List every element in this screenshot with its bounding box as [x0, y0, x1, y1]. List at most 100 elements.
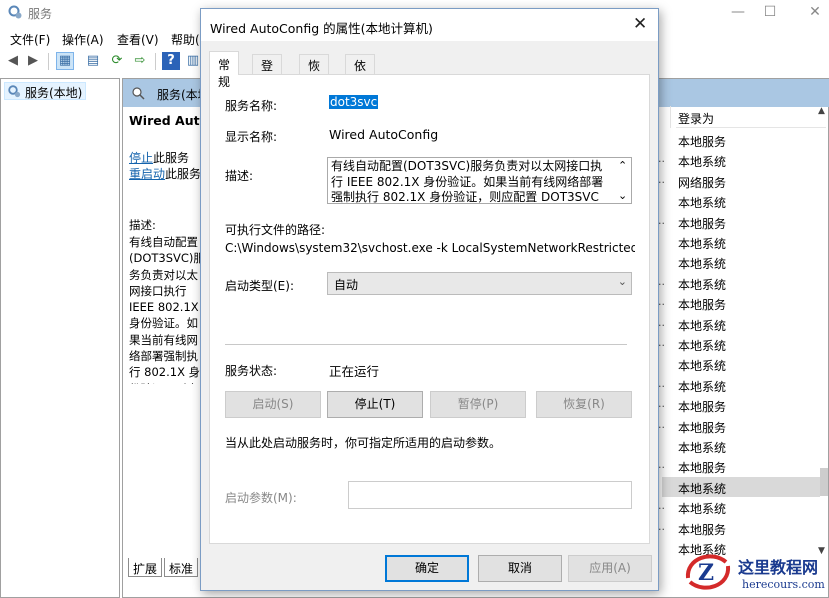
- start-params-input[interactable]: [348, 481, 632, 509]
- logon-as-row[interactable]: ..本地系统: [658, 314, 816, 334]
- console-tree-icon[interactable]: ▦: [56, 52, 74, 70]
- service-description-text: 有线自动配置(DOT3SVC)服务负责对以太网接口执行 IEEE 802.1X …: [129, 235, 205, 384]
- tab-standard[interactable]: 标准: [164, 558, 199, 577]
- truncated-column-marker: ..: [658, 336, 665, 349]
- logon-as-row[interactable]: .. 网络服务: [658, 171, 816, 191]
- logon-as-row[interactable]: .. 本地服务: [658, 293, 816, 313]
- services-gear-icon: [8, 85, 21, 98]
- tab-dependencies[interactable]: 依存关系: [345, 54, 376, 124]
- export-list-icon[interactable]: ⇨: [131, 52, 149, 70]
- logon-as-row[interactable]: 本地系统: [676, 252, 816, 272]
- general-tab-panel: 服务名称: dot3svc 显示名称: Wired AutoConfig 描述:…: [209, 74, 650, 544]
- truncated-column-marker: ..: [658, 519, 665, 533]
- logon-as-row[interactable]: ..本地系统: [658, 375, 816, 395]
- dialog-close-button[interactable]: ✕: [633, 14, 647, 34]
- logon-as-value: 网络服务: [678, 175, 727, 190]
- service-status-label: 服务状态:: [225, 364, 278, 378]
- logon-as-value: 本地系统: [678, 339, 727, 353]
- description-label: 描述:: [129, 218, 156, 232]
- logon-as-column-header[interactable]: 登录为: [670, 106, 826, 128]
- logon-as-value: 本地服务: [678, 400, 727, 415]
- logon-as-row[interactable]: .. 本地系统: [658, 334, 816, 354]
- description-label: 描述:: [225, 169, 254, 183]
- display-name-value[interactable]: Wired AutoConfig: [329, 127, 438, 142]
- close-button[interactable]: ✕: [805, 4, 825, 20]
- menu-view[interactable]: 查看(V): [117, 31, 159, 48]
- chevron-up-icon[interactable]: ⌃: [618, 159, 627, 172]
- tab-general[interactable]: 常规: [209, 51, 240, 89]
- stop-service-line: 停止此服务: [129, 149, 189, 166]
- logon-as-row[interactable]: ..本地系统: [644, 476, 820, 497]
- help-icon[interactable]: ?: [162, 52, 180, 70]
- service-status-value: 正在运行: [329, 364, 380, 379]
- truncated-column-marker: ..: [658, 397, 665, 411]
- restart-service-suffix: 此服务: [165, 167, 202, 181]
- properties-icon[interactable]: ▤: [84, 52, 102, 70]
- logon-as-row[interactable]: ..本地系统: [658, 497, 816, 517]
- apply-button[interactable]: 应用(A): [568, 555, 652, 582]
- watermark-title: 这里教程网: [738, 558, 819, 577]
- scroll-up-arrow-icon[interactable]: ▲: [818, 106, 825, 116]
- cancel-button[interactable]: 取消: [478, 555, 562, 582]
- logon-as-row[interactable]: ..本地系统: [658, 273, 816, 293]
- logon-as-row[interactable]: 本地系统: [676, 191, 816, 211]
- maximize-button[interactable]: ☐: [760, 4, 780, 20]
- menu-file[interactable]: 文件(F): [10, 31, 50, 48]
- services-window-title: 服务: [28, 7, 53, 21]
- logon-as-row[interactable]: 本地服务: [676, 130, 816, 150]
- logon-as-row[interactable]: 本地系统: [676, 354, 816, 374]
- logon-as-row[interactable]: 本地系统: [676, 232, 816, 252]
- tab-logon[interactable]: 登录: [252, 54, 283, 90]
- logon-as-value: 本地系统: [678, 237, 727, 251]
- logon-as-value: 本地系统: [678, 441, 727, 455]
- chevron-down-icon[interactable]: ⌄: [618, 189, 627, 202]
- back-arrow-icon[interactable]: ◀: [4, 52, 22, 70]
- logon-as-value: 本地服务: [678, 461, 727, 476]
- refresh-icon[interactable]: ⟳: [108, 52, 126, 70]
- tree-item-services-local[interactable]: 服务(本地): [4, 82, 87, 100]
- minimize-button[interactable]: —: [728, 4, 748, 20]
- logon-as-row[interactable]: .. 本地服务: [658, 456, 816, 476]
- truncated-column-marker: ..: [658, 295, 665, 309]
- tab-recovery[interactable]: 恢复: [299, 54, 330, 90]
- logon-as-row[interactable]: 本地系统: [676, 436, 816, 456]
- start-button[interactable]: 启动(S): [225, 391, 321, 418]
- service-name-value[interactable]: dot3svc: [329, 95, 379, 109]
- logon-as-value: 本地系统: [678, 502, 727, 517]
- restart-service-link[interactable]: 重启动: [129, 167, 165, 181]
- logon-as-row[interactable]: .. 本地服务: [658, 212, 816, 232]
- column-separator: [670, 106, 671, 128]
- stop-service-suffix: 此服务: [153, 151, 190, 165]
- pause-button[interactable]: 暂停(P): [430, 391, 526, 418]
- display-name-label: 显示名称:: [225, 130, 278, 144]
- chevron-down-icon: ⌄: [617, 275, 627, 288]
- tab-extended[interactable]: 扩展: [128, 558, 163, 577]
- logon-as-row[interactable]: .. 本地服务: [658, 395, 816, 415]
- services-list-scrollbar[interactable]: ▲ ▼: [818, 106, 829, 556]
- logon-as-row[interactable]: .. 本地服务: [658, 416, 816, 436]
- resume-button[interactable]: 恢复(R): [536, 391, 632, 418]
- stop-button[interactable]: 停止(T): [327, 391, 423, 418]
- toolbar-separator: [155, 53, 156, 70]
- logon-as-value: 本地服务: [678, 135, 727, 149]
- service-properties-dialog: Wired AutoConfig 的属性(本地计算机) ✕ 常规 登录 恢复 依…: [200, 8, 659, 591]
- startup-type-label: 启动类型(E):: [225, 279, 294, 293]
- description-scrollbar[interactable]: ⌃ ⌄: [615, 158, 631, 203]
- logon-as-value: 本地系统: [678, 481, 727, 496]
- logon-as-row[interactable]: ..本地系统: [658, 150, 816, 170]
- menu-action[interactable]: 操作(A): [62, 31, 104, 48]
- forward-arrow-icon[interactable]: ▶: [24, 52, 42, 70]
- logon-as-value: 本地服务: [678, 522, 727, 537]
- truncated-column-marker: ..: [658, 458, 665, 472]
- scrollbar-thumb[interactable]: [820, 468, 828, 496]
- exe-path-value[interactable]: C:\Windows\system32\svchost.exe -k Local…: [225, 241, 635, 255]
- ok-button[interactable]: 确定: [385, 555, 469, 582]
- dialog-title: Wired AutoConfig 的属性(本地计算机): [210, 21, 433, 36]
- stop-service-link[interactable]: 停止: [129, 151, 153, 165]
- startup-type-select[interactable]: 自动 ⌄: [327, 272, 632, 295]
- logon-as-value: 本地系统: [678, 277, 727, 292]
- watermark-logo-icon: Z: [685, 554, 731, 590]
- logon-as-row[interactable]: .. 本地服务: [658, 518, 816, 538]
- logon-as-value: 本地服务: [678, 298, 727, 313]
- description-textbox[interactable]: 有线自动配置(DOT3SVC)服务负责对以太网接口执行 IEEE 802.1X …: [327, 157, 632, 204]
